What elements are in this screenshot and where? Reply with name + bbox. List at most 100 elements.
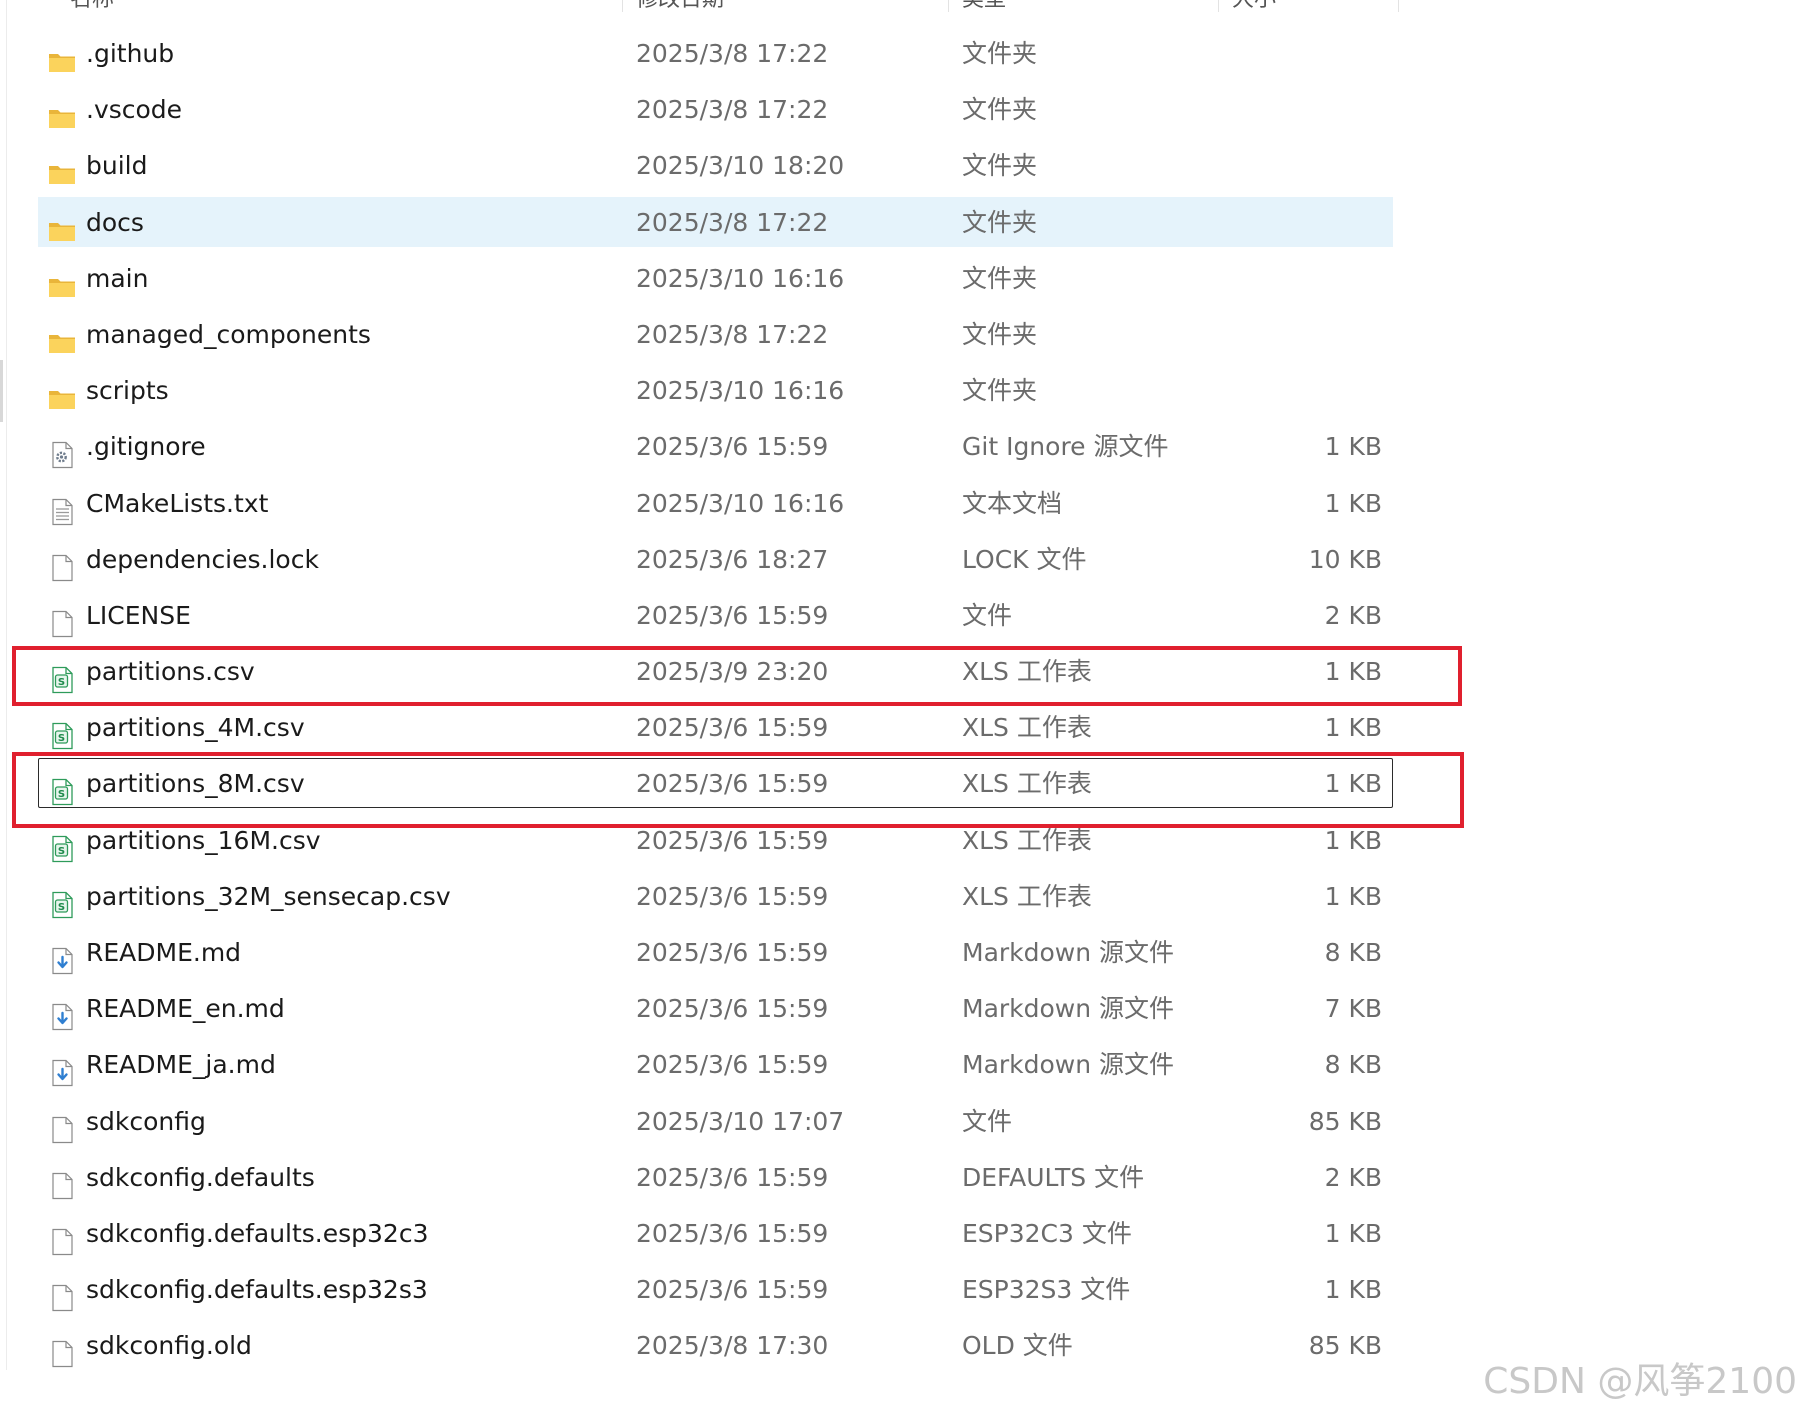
column-separator[interactable] bbox=[622, 0, 623, 12]
file-name: .vscode bbox=[86, 95, 183, 125]
folder-icon bbox=[48, 96, 76, 129]
file-row[interactable]: .github 2025/3/8 17:22 文件夹 bbox=[0, 26, 1400, 82]
markdown-file-icon bbox=[48, 939, 76, 975]
file-modified-date: 2025/3/6 15:59 bbox=[636, 713, 829, 743]
file-modified-date: 2025/3/6 15:59 bbox=[636, 432, 829, 462]
file-size: 1 KB bbox=[1324, 1275, 1382, 1305]
file-modified-date: 2025/3/6 15:59 bbox=[636, 600, 829, 630]
folder-icon bbox=[48, 40, 76, 72]
file-row[interactable]: CMakeLists.txt 2025/3/10 16:16 文本文档 1 KB bbox=[0, 476, 1400, 532]
file-row[interactable]: docs 2025/3/8 17:22 文件夹 bbox=[0, 195, 1400, 251]
column-separator[interactable] bbox=[948, 0, 949, 12]
file-icon bbox=[48, 1332, 76, 1368]
folder-icon bbox=[48, 152, 76, 185]
file-name: dependencies.lock bbox=[86, 544, 319, 574]
file-name: scripts bbox=[86, 376, 169, 406]
file-type: 文件夹 bbox=[962, 39, 1038, 68]
file-row[interactable]: Spartitions_4M.csv 2025/3/6 15:59 XLS 工作表 1… bbox=[0, 700, 1400, 756]
file-modified-date: 2025/3/10 16:16 bbox=[636, 263, 845, 293]
folder-icon bbox=[48, 321, 76, 353]
markdown-file-icon bbox=[48, 1051, 76, 1087]
file-type: 文件夹 bbox=[962, 263, 1038, 293]
file-icon bbox=[48, 1164, 76, 1199]
file-modified-date: 2025/3/6 15:59 bbox=[636, 881, 829, 911]
file-name: README.md bbox=[86, 938, 242, 967]
column-header-name[interactable]: 名称 bbox=[70, 0, 114, 12]
file-name: README_ja.md bbox=[86, 1050, 276, 1080]
spreadsheet-icon: S bbox=[48, 827, 76, 862]
file-row[interactable]: sdkconfig 2025/3/10 17:07 文件 85 KB bbox=[0, 1094, 1400, 1150]
file-modified-date: 2025/3/6 15:59 bbox=[636, 938, 829, 967]
file-row[interactable]: sdkconfig.defaults.esp32c3 2025/3/6 15:59… bbox=[0, 1206, 1400, 1262]
file-name: README_en.md bbox=[86, 994, 285, 1024]
file-row[interactable]: sdkconfig.old 2025/3/8 17:30 OLD 文件 85 KB bbox=[0, 1318, 1400, 1374]
column-separator[interactable] bbox=[1218, 0, 1219, 12]
file-type: 文件夹 bbox=[962, 376, 1038, 406]
file-type: 文件夹 bbox=[962, 95, 1038, 125]
column-header-size[interactable]: 大小 bbox=[1232, 0, 1276, 12]
file-modified-date: 2025/3/8 17:30 bbox=[636, 1331, 829, 1361]
file-name: partitions_32M_sensecap.csv bbox=[86, 881, 451, 911]
file-name: managed_components bbox=[86, 319, 371, 349]
column-header-type[interactable]: 类型 bbox=[962, 0, 1006, 12]
file-row[interactable]: scripts 2025/3/10 16:16 文件夹 bbox=[0, 363, 1400, 419]
file-name: partitions_4M.csv bbox=[86, 713, 305, 743]
file-type: 文件夹 bbox=[962, 207, 1038, 237]
text-file-icon bbox=[48, 490, 76, 525]
file-type: 文件 bbox=[962, 1106, 1013, 1136]
file-name: build bbox=[86, 151, 148, 181]
file-type: 文本文档 bbox=[962, 488, 1063, 518]
file-size: 85 KB bbox=[1308, 1331, 1382, 1361]
file-row[interactable]: dependencies.lock 2025/3/6 18:27 LOCK 文件 10… bbox=[0, 532, 1400, 588]
file-row[interactable]: README_en.md 2025/3/6 15:59 Markdown 源文件 7 … bbox=[0, 981, 1400, 1037]
file-icon bbox=[48, 1108, 76, 1143]
watermark: CSDN @风筝2100 bbox=[1483, 1361, 1797, 1402]
file-type: Markdown 源文件 bbox=[962, 994, 1175, 1024]
file-icon bbox=[48, 602, 76, 637]
file-size: 1 KB bbox=[1324, 713, 1382, 743]
file-type: 文件夹 bbox=[962, 319, 1038, 349]
file-size: 1 KB bbox=[1324, 881, 1382, 911]
file-size: 10 KB bbox=[1308, 544, 1382, 574]
file-modified-date: 2025/3/6 15:59 bbox=[636, 1218, 829, 1248]
file-name: LICENSE bbox=[86, 600, 191, 630]
file-row[interactable]: main 2025/3/10 16:16 文件夹 bbox=[0, 251, 1400, 307]
file-type: XLS 工作表 bbox=[962, 881, 1092, 911]
spreadsheet-icon: S bbox=[48, 714, 76, 750]
spreadsheet-icon: S bbox=[48, 883, 76, 918]
file-modified-date: 2025/3/6 15:59 bbox=[636, 1275, 829, 1305]
file-row[interactable]: README_ja.md 2025/3/6 15:59 Markdown 源文件 8 … bbox=[0, 1037, 1400, 1093]
file-modified-date: 2025/3/8 17:22 bbox=[636, 95, 829, 125]
file-size: 2 KB bbox=[1324, 1162, 1382, 1192]
file-size: 7 KB bbox=[1324, 994, 1382, 1024]
file-type: Markdown 源文件 bbox=[962, 1050, 1175, 1080]
file-row[interactable]: .gitignore 2025/3/6 15:59 Git Ignore 源文件 1 … bbox=[0, 419, 1400, 475]
file-name: sdkconfig.defaults.esp32s3 bbox=[86, 1275, 428, 1305]
file-row[interactable]: Spartitions_32M_sensecap.csv 2025/3/6 15:… bbox=[0, 869, 1400, 925]
file-icon bbox=[48, 1220, 76, 1256]
file-row[interactable]: sdkconfig.defaults 2025/3/6 15:59 DEFAULTS… bbox=[0, 1150, 1400, 1206]
file-type: 文件 bbox=[962, 600, 1013, 630]
file-type: OLD 文件 bbox=[962, 1331, 1073, 1361]
file-row[interactable]: sdkconfig.defaults.esp32s3 2025/3/6 15:59… bbox=[0, 1262, 1400, 1318]
file-type: Git Ignore 源文件 bbox=[962, 432, 1169, 462]
file-row[interactable]: build 2025/3/10 18:20 文件夹 bbox=[0, 138, 1400, 194]
file-row[interactable]: README.md 2025/3/6 15:59 Markdown 源文件 8 KB bbox=[0, 925, 1400, 981]
file-size: 85 KB bbox=[1308, 1106, 1382, 1136]
file-modified-date: 2025/3/6 15:59 bbox=[636, 1050, 829, 1080]
file-size: 1 KB bbox=[1324, 432, 1382, 462]
file-row[interactable]: .vscode 2025/3/8 17:22 文件夹 bbox=[0, 82, 1400, 138]
column-separator[interactable] bbox=[1398, 0, 1399, 12]
file-modified-date: 2025/3/6 15:59 bbox=[636, 994, 829, 1024]
file-row[interactable]: LICENSE 2025/3/6 15:59 文件 2 KB bbox=[0, 588, 1400, 644]
settings-file-icon bbox=[48, 433, 76, 469]
file-modified-date: 2025/3/8 17:22 bbox=[636, 207, 829, 237]
file-modified-date: 2025/3/8 17:22 bbox=[636, 39, 829, 68]
column-header-date[interactable]: 修改日期 bbox=[636, 0, 724, 12]
file-size: 2 KB bbox=[1324, 600, 1382, 630]
folder-icon bbox=[48, 377, 76, 410]
file-type: XLS 工作表 bbox=[962, 713, 1092, 743]
file-row[interactable]: managed_components 2025/3/8 17:22 文件夹 bbox=[0, 307, 1400, 363]
svg-text:S: S bbox=[58, 846, 65, 857]
svg-text:S: S bbox=[58, 733, 65, 744]
